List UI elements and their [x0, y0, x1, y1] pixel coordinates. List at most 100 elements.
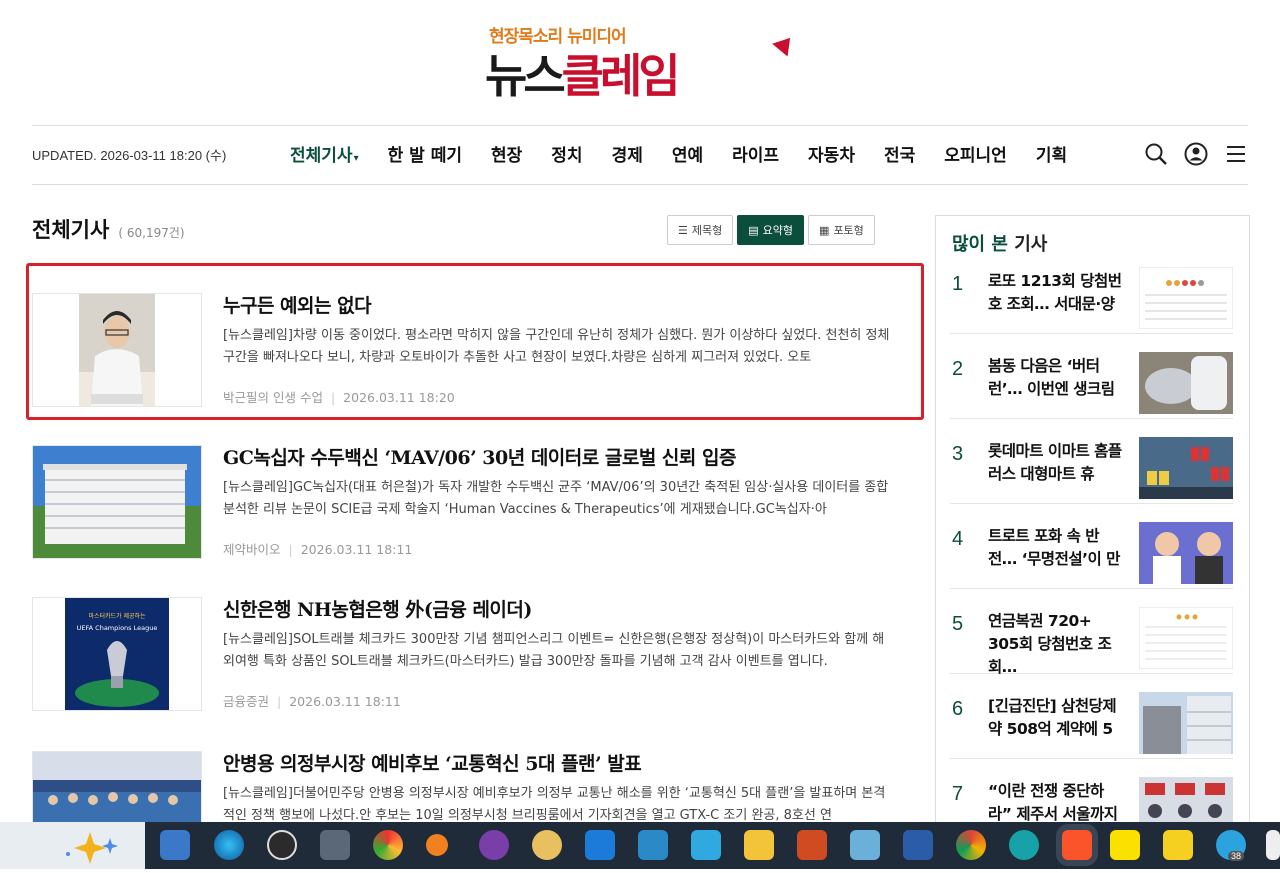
obs-icon[interactable] [267, 830, 297, 860]
popular-item[interactable]: 3 롯데마트 이마트 홈플러스 대형마트 휴 [950, 437, 1233, 504]
paint-icon[interactable] [532, 830, 562, 860]
hangul-icon[interactable] [638, 830, 668, 860]
nav-item-step[interactable]: 한 발 떼기 [388, 141, 462, 166]
search-icon[interactable] [1144, 142, 1168, 166]
rank-number: 3 [952, 443, 964, 465]
notepad-icon[interactable] [850, 830, 880, 860]
chrome-canary-icon[interactable] [373, 830, 403, 860]
explorer-icon[interactable] [160, 830, 190, 860]
popular-articles: 많이 본 기사 1 로또 1213회 당첨번호 조회… 서대문·양 2 봄동 다… [935, 215, 1250, 846]
taskbar-widget-area[interactable] [0, 822, 145, 869]
popular-title[interactable]: 로또 1213회 당첨번호 조회… 서대문·양 [988, 270, 1126, 316]
article-meta: 제약바이오 | 2026.03.11 18:11 [223, 539, 412, 558]
view-summary-label: 요약형 [762, 224, 794, 237]
popular-title[interactable]: 봄동 다음은 ‘버터런’… 이번엔 생크림 [988, 355, 1126, 401]
rank-number: 4 [952, 528, 964, 550]
pdf-icon[interactable] [1163, 830, 1193, 860]
article-count: ( 60,197건) [118, 226, 185, 240]
thumbnail-caption: UEFA Champions League [77, 624, 158, 632]
rank-number: 2 [952, 358, 964, 380]
view-summary-button[interactable]: ▤ 요약형 [737, 215, 805, 245]
nav-item-feature[interactable]: 기획 [1036, 141, 1067, 166]
article-title[interactable]: GC녹십자 수두백신 ‘MAV/06’ 30년 데이터로 글로벌 신뢰 입증 [223, 443, 736, 470]
view-photo-button[interactable]: ▦ 포토형 [808, 215, 875, 245]
app-icon[interactable] [1009, 830, 1039, 860]
rank-number: 6 [952, 698, 964, 720]
article-thumbnail[interactable] [32, 293, 202, 407]
article-summary[interactable]: [뉴스클레임]차량 이동 중이었다. 평소라면 막히지 않을 구간인데 유난히 … [223, 325, 893, 369]
article-thumbnail[interactable] [32, 445, 202, 559]
nav-item-national[interactable]: 전국 [884, 141, 915, 166]
brave-icon[interactable] [1062, 830, 1092, 860]
article-item[interactable]: GC녹십자 수두백신 ‘MAV/06’ 30년 데이터로 글로벌 신뢰 입증 [… [32, 445, 892, 559]
nav-item-politics[interactable]: 정치 [551, 141, 582, 166]
article-item[interactable]: 마스터카드가 제공하는 UEFA Champions League 신한은행 N… [32, 597, 892, 711]
meta-divider: | [330, 390, 336, 405]
menu-icon[interactable] [1224, 142, 1248, 166]
word-icon[interactable] [903, 830, 933, 860]
nav-item-life[interactable]: 라이프 [732, 141, 779, 166]
article-title[interactable]: 안병용 의정부시장 예비후보 ‘교통혁신 5대 플랜’ 발표 [223, 749, 642, 776]
nav-item-car[interactable]: 자동차 [808, 141, 855, 166]
nav-item-entertainment[interactable]: 연예 [672, 141, 703, 166]
popular-thumbnail[interactable] [1139, 437, 1233, 499]
view-title-button[interactable]: ☰ 제목형 [667, 215, 734, 245]
article-title[interactable]: 신한은행 NH농협은행 外(금융 레이더) [223, 595, 532, 622]
article-summary[interactable]: [뉴스클레임]SOL트래블 체크카드 300만장 기념 챔피언스리그 이벤트= … [223, 629, 893, 673]
user-icon[interactable] [1184, 142, 1208, 166]
popular-item[interactable]: 4 트로트 포화 속 반전… ‘무명전설’이 만 [950, 522, 1233, 589]
popular-thumbnail[interactable] [1139, 352, 1233, 414]
article-category: 금융증권 [223, 694, 270, 709]
popular-item[interactable]: 6 [긴급진단] 삼천당제약 508억 계약에 5 [950, 692, 1233, 759]
nav-item-field[interactable]: 현장 [491, 141, 522, 166]
github-icon[interactable] [479, 830, 509, 860]
article-item[interactable]: 누구든 예외는 없다 [뉴스클레임]차량 이동 중이었다. 평소라면 막히지 않… [32, 293, 892, 407]
kakaotalk-icon[interactable] [1110, 830, 1140, 860]
section-header: 전체기사 ( 60,197건) [32, 214, 185, 244]
popular-thumbnail[interactable] [1139, 607, 1233, 669]
article-date: 2026.03.11 18:11 [300, 542, 413, 557]
list-icon: ☰ [678, 223, 688, 237]
popular-title[interactable]: 트로트 포화 속 반전… ‘무명전설’이 만 [988, 525, 1126, 571]
search-app-icon[interactable] [426, 834, 448, 856]
nav-item-opinion[interactable]: 오피니언 [944, 141, 1007, 166]
uplay-icon[interactable] [585, 830, 615, 860]
site-logo[interactable]: 현장목소리 뉴미디어 뉴스클레임 [485, 22, 805, 102]
nav-menu: 전체기사 한 발 떼기 현장 정치 경제 연예 라이프 자동차 전국 오피니언 … [290, 141, 1096, 166]
article-thumbnail[interactable]: 마스터카드가 제공하는 UEFA Champions League [32, 597, 202, 711]
logo-brand-part1: 뉴스 [485, 49, 566, 103]
folder-icon[interactable] [744, 830, 774, 860]
popular-thumbnail[interactable] [1139, 522, 1233, 584]
rank-number: 1 [952, 273, 964, 295]
app2-icon[interactable] [1266, 830, 1280, 860]
popular-thumbnail[interactable] [1139, 692, 1233, 754]
rank-number: 7 [952, 783, 964, 805]
chrome-icon[interactable] [956, 830, 986, 860]
powerpoint-icon[interactable] [797, 830, 827, 860]
popular-title[interactable]: 연금복권 720+ 305회 당첨번호 조회… [988, 610, 1126, 679]
article-summary[interactable]: [뉴스클레임]GC녹십자(대표 허은철)가 독자 개발한 수두백신 균주 ‘MA… [223, 477, 893, 521]
vscode-icon[interactable] [691, 830, 721, 860]
grid-icon: ▦ [819, 223, 830, 237]
meta-divider: | [277, 694, 282, 709]
article-summary[interactable]: [뉴스클레임]더불어민주당 안병용 의정부시장 예비후보가 의정부 교통난 해소… [223, 783, 893, 827]
rank-number: 5 [952, 613, 964, 635]
nav-item-all[interactable]: 전체기사 [290, 141, 359, 166]
calculator-icon[interactable] [320, 830, 350, 860]
edge-icon[interactable] [214, 830, 244, 860]
popular-title[interactable]: [긴급진단] 삼천당제약 508억 계약에 5 [988, 695, 1126, 741]
notification-badge: 38 [1228, 851, 1245, 861]
view-title-label: 제목형 [691, 224, 723, 237]
popular-item[interactable]: 2 봄동 다음은 ‘버터런’… 이번엔 생크림 [950, 352, 1233, 419]
copilot-icon[interactable] [0, 822, 145, 869]
article-title[interactable]: 누구든 예외는 없다 [223, 291, 372, 318]
sidebar-title: 많이 본 기사 [952, 230, 1047, 256]
popular-item[interactable]: 1 로또 1213회 당첨번호 조회… 서대문·양 [950, 267, 1233, 334]
popular-thumbnail[interactable] [1139, 267, 1233, 329]
logo-brand-part2: 클레임 [561, 49, 681, 103]
nav-icons [1144, 142, 1248, 166]
updated-timestamp: UPDATED. 2026-03-11 18:20 (수) [32, 148, 227, 163]
nav-item-economy[interactable]: 경제 [612, 141, 643, 166]
popular-item[interactable]: 5 연금복권 720+ 305회 당첨번호 조회… [950, 607, 1233, 676]
popular-title[interactable]: 롯데마트 이마트 홈플러스 대형마트 휴 [988, 440, 1126, 486]
